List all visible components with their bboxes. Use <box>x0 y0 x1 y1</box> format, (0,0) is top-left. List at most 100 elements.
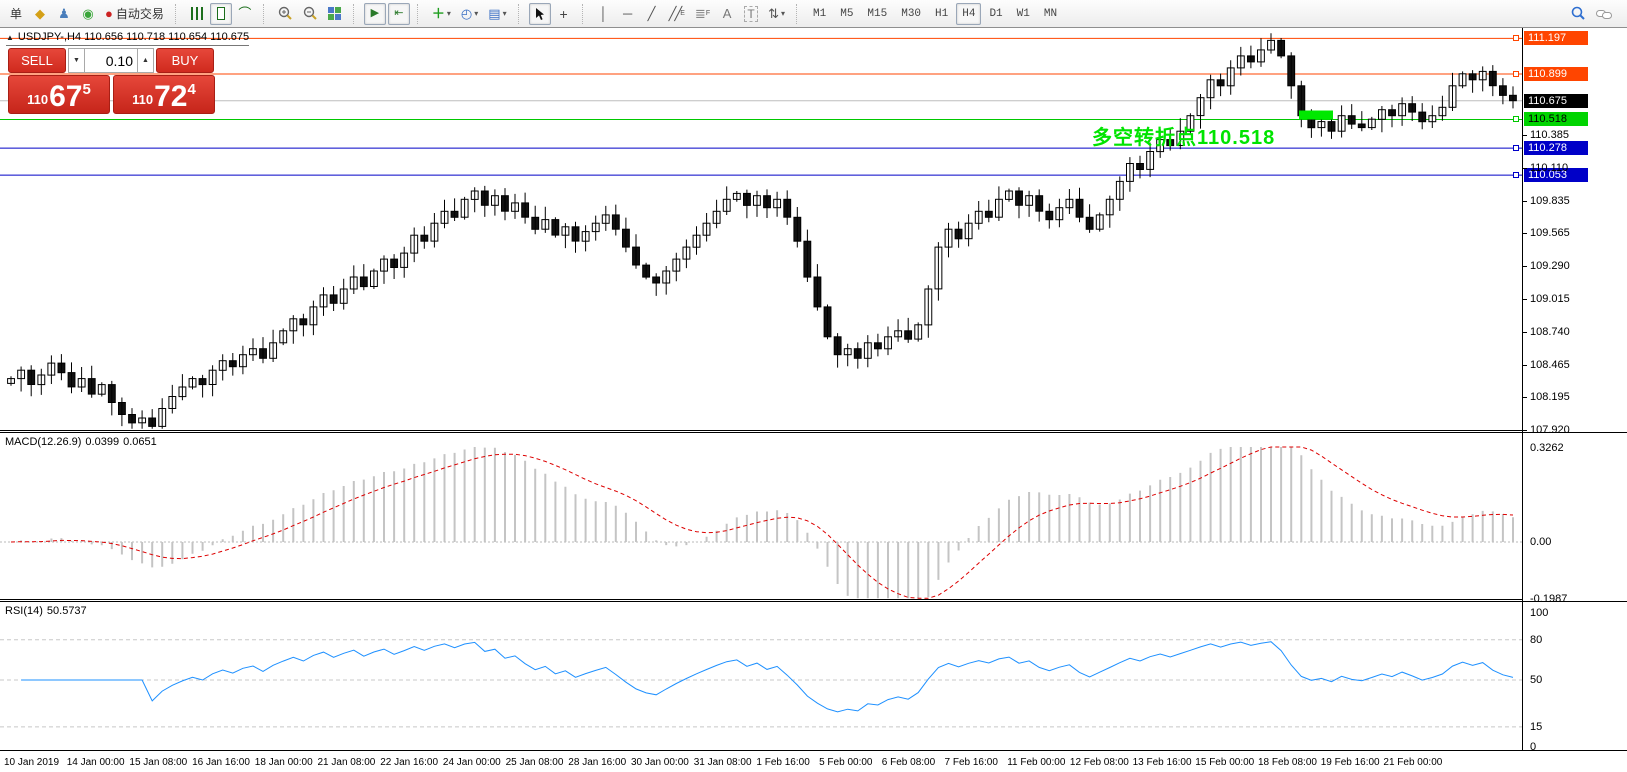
styler-icon[interactable]: ◆ <box>29 3 51 25</box>
search-icon <box>1571 6 1585 20</box>
community-button[interactable] <box>1592 3 1616 25</box>
equidistant-channel-button[interactable]: ╱╱ E <box>665 3 689 25</box>
sell-price[interactable]: 110 67 5 <box>8 75 110 114</box>
timeframe-d1[interactable]: D1 <box>983 3 1008 25</box>
separator <box>352 3 359 24</box>
indicators-icon: ＋ <box>431 6 445 21</box>
time-axis-label: 31 Jan 08:00 <box>693 757 752 768</box>
search-button[interactable] <box>1567 3 1590 25</box>
buy-price[interactable]: 110 72 4 <box>113 75 215 114</box>
vertical-line-button[interactable]: │ <box>593 3 615 25</box>
rsi-indicator-label: RSI(14) 50.5737 <box>5 605 87 617</box>
volume-stepper: ▼ ▲ <box>68 48 154 73</box>
rsi-axis-label: 0 <box>1530 741 1537 753</box>
time-axis: 10 Jan 2019 14 Jan 00:00 15 Jan 08:00 16 Ja… <box>0 754 1627 772</box>
templates-button[interactable]: ▤ ▾ <box>484 3 510 25</box>
time-axis-label: 19 Feb 16:00 <box>1320 757 1380 768</box>
rsi-axis-label: 100 <box>1530 607 1549 619</box>
line-chart-icon: ⌒ <box>238 6 252 21</box>
time-axis-label: 21 Jan 08:00 <box>317 757 376 768</box>
one-click-trading-panel: SELL ▼ ▲ BUY 110 67 5 110 72 4 <box>8 48 216 114</box>
macd-pane[interactable] <box>0 433 1522 599</box>
volume-up-button[interactable]: ▲ <box>137 48 154 73</box>
chart-candles-button[interactable] <box>209 2 232 25</box>
text-tool-button[interactable]: A <box>716 3 738 25</box>
price-tick-label: 109.565 <box>1530 227 1570 240</box>
time-axis-label: 16 Jan 16:00 <box>192 757 250 768</box>
collapse-icon[interactable]: ▲ <box>6 33 14 42</box>
timeframe-mn[interactable]: MN <box>1038 3 1063 25</box>
time-axis-label: 30 Jan 00:00 <box>631 757 689 768</box>
zoom-out-icon <box>303 6 317 20</box>
arrows-icon: ⇅ <box>768 6 779 21</box>
candles-icon <box>216 4 225 25</box>
arrows-button[interactable]: ⇅ ▾ <box>764 3 789 25</box>
time-axis-label: 14 Jan 00:00 <box>66 757 125 768</box>
time-axis-label: 21 Feb 00:00 <box>1383 757 1443 768</box>
trendline-icon: ╱ <box>647 6 656 21</box>
price-level-label: 110.518 <box>1524 112 1588 127</box>
horizontal-line-button[interactable]: ─ <box>617 3 639 25</box>
rsi-axis-label: 80 <box>1530 633 1543 646</box>
signals-icon[interactable]: ◉ <box>77 3 99 25</box>
timeframe-m5[interactable]: M5 <box>834 3 859 25</box>
timeframe-h1[interactable]: H1 <box>929 3 954 25</box>
cursor-button[interactable] <box>528 2 551 25</box>
time-axis-label: 25 Jan 08:00 <box>505 757 564 768</box>
price-tick-label: 108.740 <box>1530 325 1570 338</box>
fibonacci-button[interactable]: ≣ F <box>691 3 714 25</box>
toolbar: 单 ◆ ♟ ◉ ● 自动交易 ⌒ ▶ ⇤ ＋ ▾ ◴ ▾ ▤ ▾ + │ ─ ╱… <box>0 0 1627 28</box>
sell-button[interactable]: SELL <box>8 48 66 73</box>
toolbar-right <box>1566 3 1623 25</box>
price-tick-label: 110.110 <box>1530 162 1569 175</box>
autotrading-icon: ● <box>105 6 113 21</box>
indicators-button[interactable]: ＋ ▾ <box>428 3 455 25</box>
chart-shift-button[interactable]: ⇤ <box>387 2 410 25</box>
crosshair-button[interactable]: + <box>553 3 575 25</box>
time-axis-label: 6 Feb 08:00 <box>881 757 936 768</box>
price-level-label: 110.278 <box>1524 141 1588 156</box>
time-axis-label: 7 Feb 16:00 <box>944 757 998 768</box>
periods-button[interactable]: ◴ ▾ <box>457 3 482 25</box>
chart-bars-button[interactable] <box>186 3 208 25</box>
price-tick-label: 109.290 <box>1530 260 1570 273</box>
autotrading-button[interactable]: ● 自动交易 <box>101 3 168 25</box>
buy-button[interactable]: BUY <box>156 48 214 73</box>
timeframe-m15[interactable]: M15 <box>861 3 893 25</box>
time-axis-label: 24 Jan 00:00 <box>442 757 501 768</box>
price-level-label: 110.899 <box>1524 66 1588 81</box>
fibonacci-icon: ≣ <box>694 6 706 21</box>
new-order-button[interactable]: 单 <box>5 3 27 25</box>
trendline-button[interactable]: ╱ <box>641 3 663 25</box>
pane-splitter[interactable] <box>0 430 1522 431</box>
volume-input[interactable] <box>85 48 137 73</box>
timeframe-m30[interactable]: M30 <box>895 3 927 25</box>
main-price-pane[interactable] <box>0 28 1522 430</box>
zoom-out-button[interactable] <box>299 3 322 25</box>
tile-windows-button[interactable] <box>324 3 346 25</box>
text-icon: A <box>722 6 732 21</box>
cursor-icon <box>535 7 544 20</box>
time-axis-label: 22 Jan 16:00 <box>380 757 439 768</box>
pane-splitter[interactable] <box>0 599 1522 600</box>
time-axis-label: 11 Feb 00:00 <box>1007 757 1066 768</box>
chart-line-button[interactable]: ⌒ <box>234 3 256 25</box>
timeframe-h4[interactable]: H4 <box>956 2 982 25</box>
chart-window: ▲ USDJPY-,H4 110.656 110.718 110.654 110.… <box>0 28 1627 772</box>
price-level-label: 110.053 <box>1524 168 1588 183</box>
timeframe-m1[interactable]: M1 <box>807 3 832 25</box>
auto-scroll-button[interactable]: ▶ <box>363 2 386 25</box>
price-tick-label: 109.015 <box>1530 293 1570 306</box>
time-axis-label: 13 Feb 16:00 <box>1132 757 1192 768</box>
timeframe-w1[interactable]: W1 <box>1011 3 1036 25</box>
separator <box>796 3 802 24</box>
text-label-button[interactable]: T <box>740 3 762 25</box>
time-axis-border <box>0 750 1627 751</box>
separator <box>581 3 588 24</box>
timeframe-group: M1 M5 M15 M30 H1 H4 D1 W1 MN <box>806 2 1064 25</box>
rsi-pane[interactable] <box>0 602 1522 750</box>
zoom-in-button[interactable] <box>274 3 297 25</box>
vertical-line-icon: │ <box>599 6 608 21</box>
profile-icon[interactable]: ♟ <box>53 3 75 25</box>
volume-down-button[interactable]: ▼ <box>68 48 85 73</box>
